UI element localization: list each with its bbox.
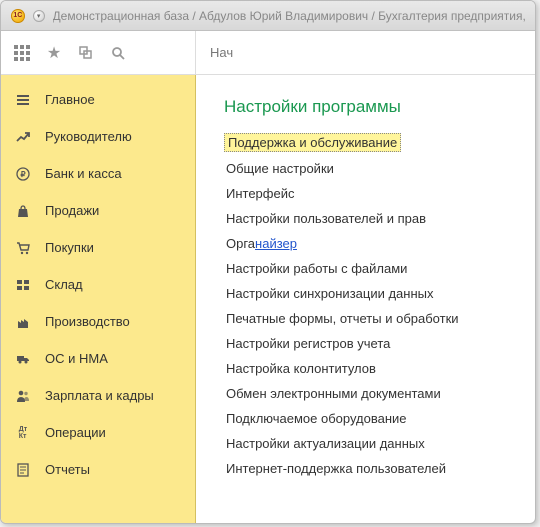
sidebar-item-label: ОС и НМА	[45, 351, 108, 366]
sidebar-item-warehouse[interactable]: Склад	[1, 266, 195, 303]
link-data-update[interactable]: Настройки актуализации данных	[224, 435, 427, 452]
content: Главное Руководителю ₽ Банк и касса Прод…	[1, 75, 535, 523]
sidebar-item-label: Покупки	[45, 240, 94, 255]
sidebar-item-label: Банк и касса	[45, 166, 122, 181]
search-icon[interactable]	[109, 44, 127, 62]
tab-home[interactable]: Нач	[210, 45, 233, 60]
app-logo-icon: 1С	[11, 9, 25, 23]
toolbar: ★ Нач	[1, 31, 535, 75]
sidebar-item-manager[interactable]: Руководителю	[1, 118, 195, 155]
sidebar-item-operations[interactable]: ДтКт Операции	[1, 414, 195, 451]
boxes-icon	[15, 277, 31, 293]
window-title: Демонстрационная база / Абдулов Юрий Вла…	[53, 9, 526, 23]
bag-icon	[15, 203, 31, 219]
titlebar: 1С ▾ Демонстрационная база / Абдулов Юри…	[1, 1, 535, 31]
sidebar-item-label: Отчеты	[45, 462, 90, 477]
toolbar-left: ★	[1, 31, 196, 74]
sidebar-item-salary[interactable]: Зарплата и кадры	[1, 377, 195, 414]
report-icon	[15, 462, 31, 478]
factory-icon	[15, 314, 31, 330]
link-support[interactable]: Поддержка и обслуживание	[224, 133, 401, 152]
people-icon	[15, 388, 31, 404]
app-window: 1С ▾ Демонстрационная база / Абдулов Юри…	[0, 0, 536, 524]
link-interface[interactable]: Интерфейс	[224, 185, 296, 202]
menu-icon	[15, 92, 31, 108]
sidebar: Главное Руководителю ₽ Банк и касса Прод…	[1, 75, 196, 523]
page-title: Настройки программы	[224, 97, 535, 117]
link-headers-footers[interactable]: Настройка колонтитулов	[224, 360, 378, 377]
link-registers[interactable]: Настройки регистров учета	[224, 335, 392, 352]
link-print-forms[interactable]: Печатные формы, отчеты и обработки	[224, 310, 461, 327]
chart-icon	[15, 129, 31, 145]
link-internet-support[interactable]: Интернет-поддержка пользователей	[224, 460, 448, 477]
ruble-icon: ₽	[15, 166, 31, 182]
titlebar-dropdown-icon[interactable]: ▾	[33, 10, 45, 22]
link-peripherals[interactable]: Подключаемое оборудование	[224, 410, 409, 427]
sidebar-item-purchases[interactable]: Покупки	[1, 229, 195, 266]
link-edoc-exchange[interactable]: Обмен электронными документами	[224, 385, 443, 402]
sidebar-item-main[interactable]: Главное	[1, 81, 195, 118]
svg-text:₽: ₽	[20, 170, 25, 179]
sidebar-item-production[interactable]: Производство	[1, 303, 195, 340]
sidebar-item-label: Руководителю	[45, 129, 132, 144]
history-icon[interactable]	[77, 44, 95, 62]
sidebar-item-sales[interactable]: Продажи	[1, 192, 195, 229]
sidebar-item-label: Продажи	[45, 203, 99, 218]
favorites-star-icon[interactable]: ★	[45, 44, 63, 62]
main-panel: Настройки программы Поддержка и обслужив…	[196, 75, 535, 523]
settings-links: Поддержка и обслуживание Общие настройки…	[224, 133, 535, 477]
link-sync[interactable]: Настройки синхронизации данных	[224, 285, 436, 302]
sidebar-item-label: Зарплата и кадры	[45, 388, 154, 403]
sidebar-item-label: Главное	[45, 92, 95, 107]
sidebar-item-reports[interactable]: Отчеты	[1, 451, 195, 488]
cart-icon	[15, 240, 31, 256]
sidebar-item-label: Производство	[45, 314, 130, 329]
link-users-rights[interactable]: Настройки пользователей и прав	[224, 210, 428, 227]
sidebar-item-label: Склад	[45, 277, 83, 292]
dtkt-icon: ДтКт	[15, 425, 31, 441]
link-files[interactable]: Настройки работы с файлами	[224, 260, 409, 277]
toolbar-right: Нач	[196, 31, 535, 74]
sidebar-item-label: Операции	[45, 425, 106, 440]
apps-grid-icon[interactable]	[13, 44, 31, 62]
sidebar-item-assets[interactable]: ОС и НМА	[1, 340, 195, 377]
sidebar-item-bank[interactable]: ₽ Банк и касса	[1, 155, 195, 192]
truck-icon	[15, 351, 31, 367]
link-general[interactable]: Общие настройки	[224, 160, 336, 177]
link-organizer[interactable]: Органайзер	[224, 235, 299, 252]
